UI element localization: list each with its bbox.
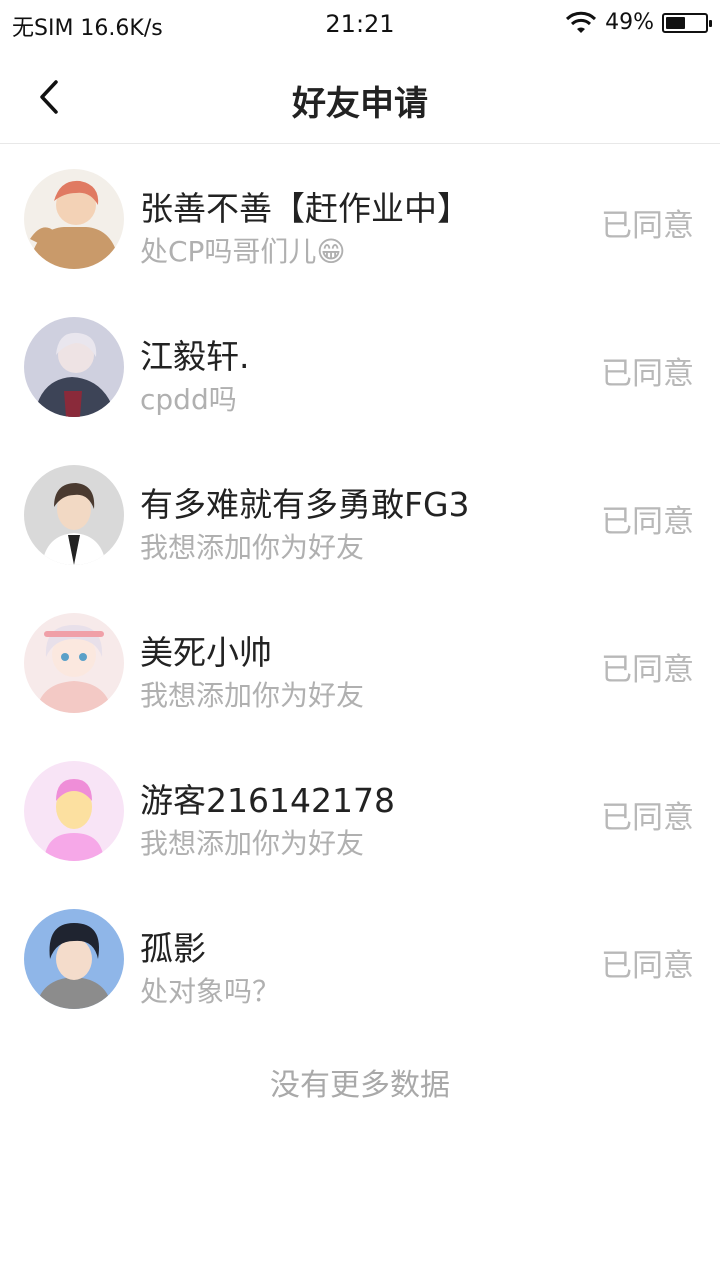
friend-request-row[interactable]: 游客216142178 我想添加你为好友 已同意 [0,736,720,884]
agreed-status: 已同意 [601,652,694,688]
requester-name: 江毅轩. [140,337,250,376]
avatar[interactable] [24,317,124,417]
request-message: 我想添加你为好友 [140,531,365,564]
battery-icon [662,12,712,33]
avatar[interactable] [24,613,124,713]
requester-name: 游客216142178 [140,781,395,820]
agreed-status: 已同意 [601,356,694,392]
avatar-image [24,169,124,269]
request-message: 我想添加你为好友 [140,827,365,860]
page-title: 好友申请 [292,84,428,124]
friend-request-row[interactable]: 有多难就有多勇敢FG3 我想添加你为好友 已同意 [0,440,720,588]
status-icons: 49% [565,10,712,35]
wifi-icon [566,11,597,33]
agreed-status: 已同意 [601,208,694,244]
avatar-image [24,909,124,1009]
avatar[interactable] [24,909,124,1009]
avatar-image [24,317,124,417]
agreed-status: 已同意 [601,800,694,836]
avatar-image [24,761,124,861]
friend-request-list: 张善不善【赶作业中】 处CP吗哥们儿😁 已同意 江毅轩. cpdd吗 已同意 有… [0,144,720,1032]
request-message: 我想添加你为好友 [140,679,365,712]
request-message: 处CP吗哥们儿😁 [140,235,346,268]
battery-percent: 49% [605,10,654,35]
avatar-image [24,465,124,565]
requester-name: 美死小帅 [140,633,272,672]
friend-request-row[interactable]: 江毅轩. cpdd吗 已同意 [0,292,720,440]
nav-header: 好友申请 [0,50,720,144]
battery-level [666,16,685,29]
friend-request-row[interactable]: 张善不善【赶作业中】 处CP吗哥们儿😁 已同意 [0,144,720,292]
request-message: 处对象吗？ [140,975,281,1008]
no-more-data-label: 没有更多数据 [270,1068,450,1103]
requester-name: 孤影 [140,929,206,968]
avatar[interactable] [24,169,124,269]
friend-request-row[interactable]: 美死小帅 我想添加你为好友 已同意 [0,588,720,736]
status-bar: 无SIM 16.6K/s 21:21 49% [0,0,720,50]
request-message: cpdd吗 [140,383,237,416]
friend-request-row[interactable]: 孤影 处对象吗？ 已同意 [0,884,720,1032]
avatar[interactable] [24,465,124,565]
requester-name: 张善不善【赶作业中】 [140,189,470,228]
avatar-image [24,613,124,713]
requester-name: 有多难就有多勇敢FG3 [140,485,470,524]
agreed-status: 已同意 [601,948,694,984]
agreed-status: 已同意 [601,504,694,540]
avatar[interactable] [24,761,124,861]
